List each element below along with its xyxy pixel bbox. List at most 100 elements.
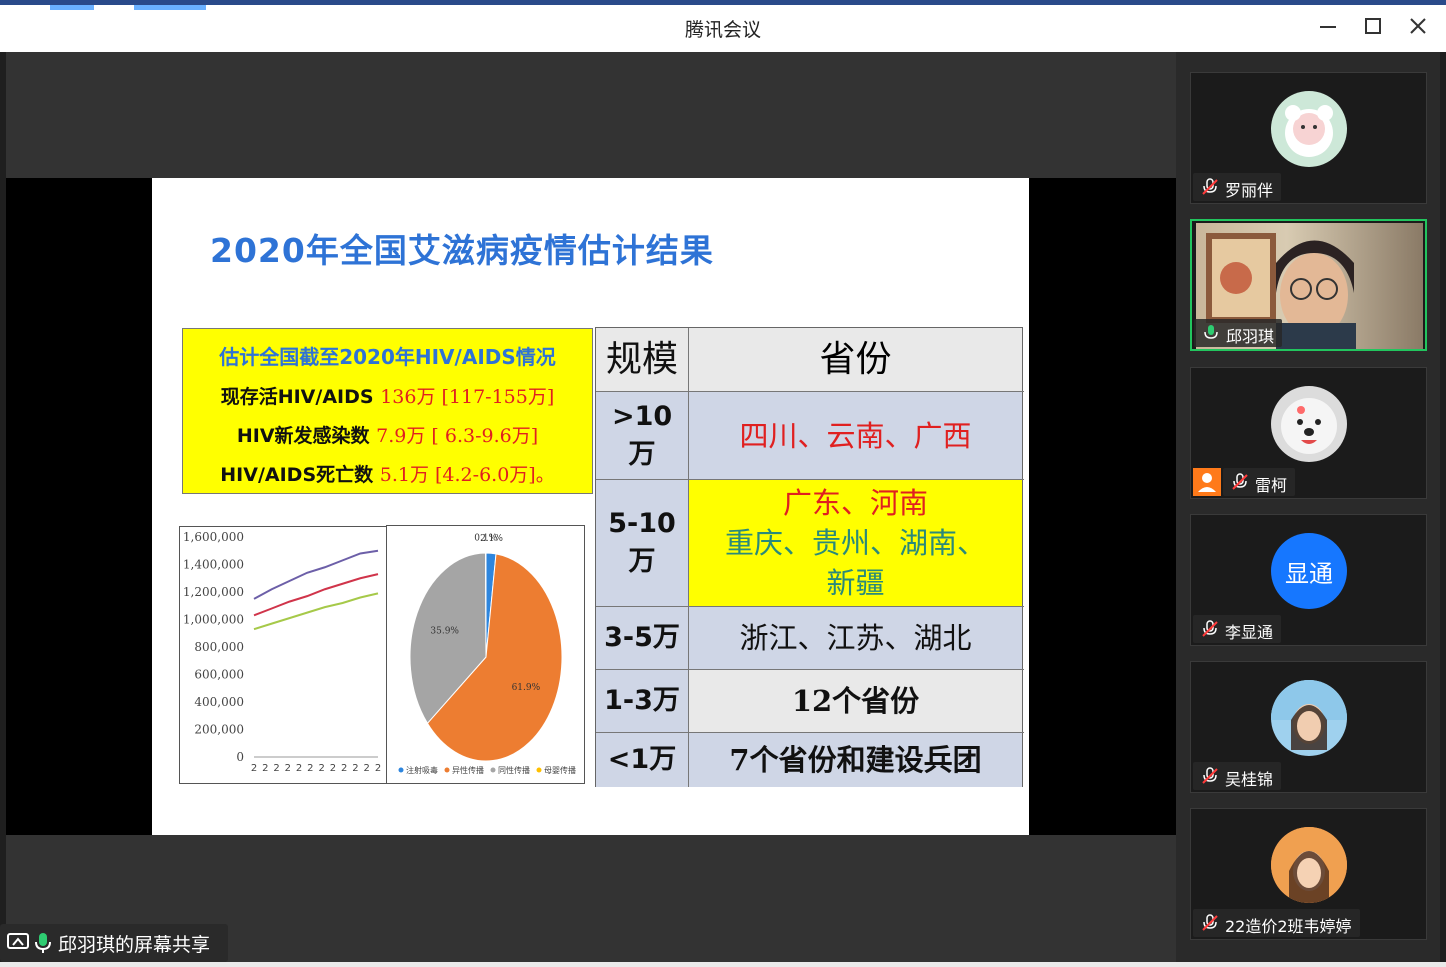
screen-share-area: 2020年全国艾滋病疫情估计结果 估计全国截至2020年HIV/AIDS情况 现… xyxy=(6,178,1176,835)
summary-row: HIV新发感染数 7.9万 [ 6.3-9.6万] xyxy=(183,421,592,448)
summary-label: HIV/AIDS死亡数 xyxy=(220,464,374,486)
legend-marker xyxy=(490,767,496,773)
host-badge xyxy=(1193,468,1221,496)
x-tick-label: 2 xyxy=(375,763,381,774)
table-row: 1-3万 12个省份 xyxy=(596,669,1024,732)
screen-share-indicator[interactable]: 邱羽琪的屏幕共享 xyxy=(0,924,228,962)
sheep-avatar xyxy=(1271,91,1347,167)
bottom-edge xyxy=(0,962,1446,967)
line-chart: 1,600,000 1,400,000 1,200,000 1,000,000 800,… xyxy=(179,526,387,784)
dog-avatar xyxy=(1271,386,1347,462)
participant-tile[interactable]: 吴桂锦 xyxy=(1190,661,1427,793)
row-provinces: 7个省份和建设兵团 xyxy=(689,733,1022,787)
taskbar-fragment xyxy=(134,5,206,10)
summary-value: 5.1万 [4.2-6.0万]。 xyxy=(379,464,555,486)
person-icon xyxy=(1198,473,1216,492)
row-provinces: 四川、云南、广西 xyxy=(689,392,1022,479)
provinces-line: 新疆 xyxy=(826,566,885,600)
table-row: >10 万 四川、云南、广西 xyxy=(596,391,1024,479)
mic-muted-icon xyxy=(1202,767,1218,784)
legend-label: 异性传播 xyxy=(452,765,484,775)
maximize-icon xyxy=(1365,18,1381,34)
participant-tile[interactable]: 22造价2班韦婷婷 xyxy=(1190,808,1427,940)
minimize-icon xyxy=(1320,26,1336,28)
pie-data-label: 35.9% xyxy=(430,627,459,637)
girl-avatar xyxy=(1271,680,1347,756)
header-scale: 规模 xyxy=(596,328,689,391)
pie-data-label: 0.1% xyxy=(474,534,497,544)
participant-tile[interactable]: 显通 李显通 xyxy=(1190,514,1427,646)
minimize-button[interactable] xyxy=(1310,13,1346,45)
initials-avatar: 显通 xyxy=(1271,533,1347,609)
x-tick-label: 2 xyxy=(330,763,336,774)
window-title: 腾讯会议 xyxy=(684,19,761,41)
participant-name-tag: 22造价2班韦婷婷 xyxy=(1193,909,1360,937)
y-tick-label: 200,000 xyxy=(194,723,244,737)
line-chart-svg: 1,600,000 1,400,000 1,200,000 1,000,000 800,… xyxy=(183,530,381,774)
participant-name: 罗丽伴 xyxy=(1225,181,1274,200)
table-row: <1万 7个省份和建设兵团 xyxy=(596,732,1024,787)
x-tick-label: 2 xyxy=(262,763,268,774)
presentation-slide: 2020年全国艾滋病疫情估计结果 估计全国截至2020年HIV/AIDS情况 现… xyxy=(152,178,1029,835)
x-tick-label: 2 xyxy=(296,763,302,774)
legend-label: 注射吸毒 xyxy=(406,765,438,775)
row-scale: 1-3万 xyxy=(596,670,689,732)
summary-value: 136万 [117-155万] xyxy=(380,386,555,408)
participant-name: 22造价2班韦婷婷 xyxy=(1225,917,1352,936)
x-tick-label: 2 xyxy=(364,763,370,774)
x-tick-label: 2 xyxy=(273,763,279,774)
legend-marker xyxy=(398,767,404,773)
y-tick-label: 1,000,000 xyxy=(183,613,244,627)
participant-name-tag: 雷柯 xyxy=(1223,468,1296,496)
summary-label: 现存活HIV/AIDS xyxy=(220,386,374,408)
pie-chart-svg: 2.1%61.9%35.9%0.1%注射吸毒 异性传播 同性传播 母婴传播 xyxy=(398,534,576,775)
participant-tile[interactable]: 罗丽伴 xyxy=(1190,72,1427,204)
participant-name-tag: 吴桂锦 xyxy=(1193,762,1282,790)
maximize-button[interactable] xyxy=(1355,13,1391,45)
participant-name: 李显通 xyxy=(1225,623,1274,642)
summary-heading: 估计全国截至2020年HIV/AIDS情况 xyxy=(219,345,556,369)
summary-row: HIV/AIDS死亡数 5.1万 [4.2-6.0万]。 xyxy=(183,460,592,487)
y-tick-label: 1,400,000 xyxy=(183,558,244,572)
table-header-row: 规模 省份 xyxy=(596,328,1024,391)
title-bar: 腾讯会议 xyxy=(0,0,1446,52)
y-tick-label: 600,000 xyxy=(194,668,244,682)
summary-label: HIV新发感染数 xyxy=(236,425,370,447)
x-tick-label: 2 xyxy=(318,763,324,774)
participant-name: 雷柯 xyxy=(1255,476,1288,495)
summary-box: 估计全国截至2020年HIV/AIDS情况 现存活HIV/AIDS 136万 [… xyxy=(182,328,593,494)
participant-name: 吴桂锦 xyxy=(1225,770,1274,789)
participant-tile-active[interactable]: 邱羽琪 xyxy=(1190,219,1427,351)
x-tick-label: 2 xyxy=(352,763,358,774)
summary-row: 现存活HIV/AIDS 136万 [117-155万] xyxy=(183,382,592,409)
legend-marker xyxy=(536,767,542,773)
y-tick-label: 400,000 xyxy=(194,695,244,709)
table-row: 3-5万 浙江、江苏、湖北 xyxy=(596,606,1024,669)
legend-label: 同性传播 xyxy=(498,765,530,775)
province-table: 规模 省份 >10 万 四川、云南、广西 5-10 万 广东、河南 重庆、贵州、… xyxy=(595,327,1024,787)
row-scale: <1万 xyxy=(596,733,689,787)
close-button[interactable] xyxy=(1400,13,1436,45)
legend-label: 母婴传播 xyxy=(544,765,576,775)
x-tick-label: 2 xyxy=(341,763,347,774)
participant-name-tag: 邱羽琪 xyxy=(1194,319,1283,347)
participant-name-tag: 罗丽伴 xyxy=(1193,173,1282,201)
row-provinces: 12个省份 xyxy=(689,670,1022,732)
participants-panel: 罗丽伴 邱羽琪 雷柯 显通 李显通 吴桂锦 22造价2班韦婷婷 xyxy=(1176,52,1440,962)
series-line xyxy=(253,592,379,631)
taskbar-fragment xyxy=(50,5,94,10)
avatar-initials: 显通 xyxy=(1285,559,1333,588)
participant-name-tag: 李显通 xyxy=(1193,615,1282,643)
legend-marker xyxy=(444,767,450,773)
row-provinces: 浙江、江苏、湖北 xyxy=(689,607,1022,669)
row-scale: 3-5万 xyxy=(596,607,689,669)
microphone-icon xyxy=(35,933,51,953)
row-scale: 5-10 万 xyxy=(596,480,689,606)
header-province: 省份 xyxy=(689,328,1022,391)
row-provinces: 广东、河南 重庆、贵州、湖南、 新疆 xyxy=(689,480,1022,606)
participant-tile[interactable]: 雷柯 xyxy=(1190,367,1427,499)
main-stage: 2020年全国艾滋病疫情估计结果 估计全国截至2020年HIV/AIDS情况 现… xyxy=(6,52,1176,962)
summary-value: 7.9万 [ 6.3-9.6万] xyxy=(376,425,539,447)
x-tick-label: 2 xyxy=(251,763,257,774)
close-icon xyxy=(1410,18,1426,34)
